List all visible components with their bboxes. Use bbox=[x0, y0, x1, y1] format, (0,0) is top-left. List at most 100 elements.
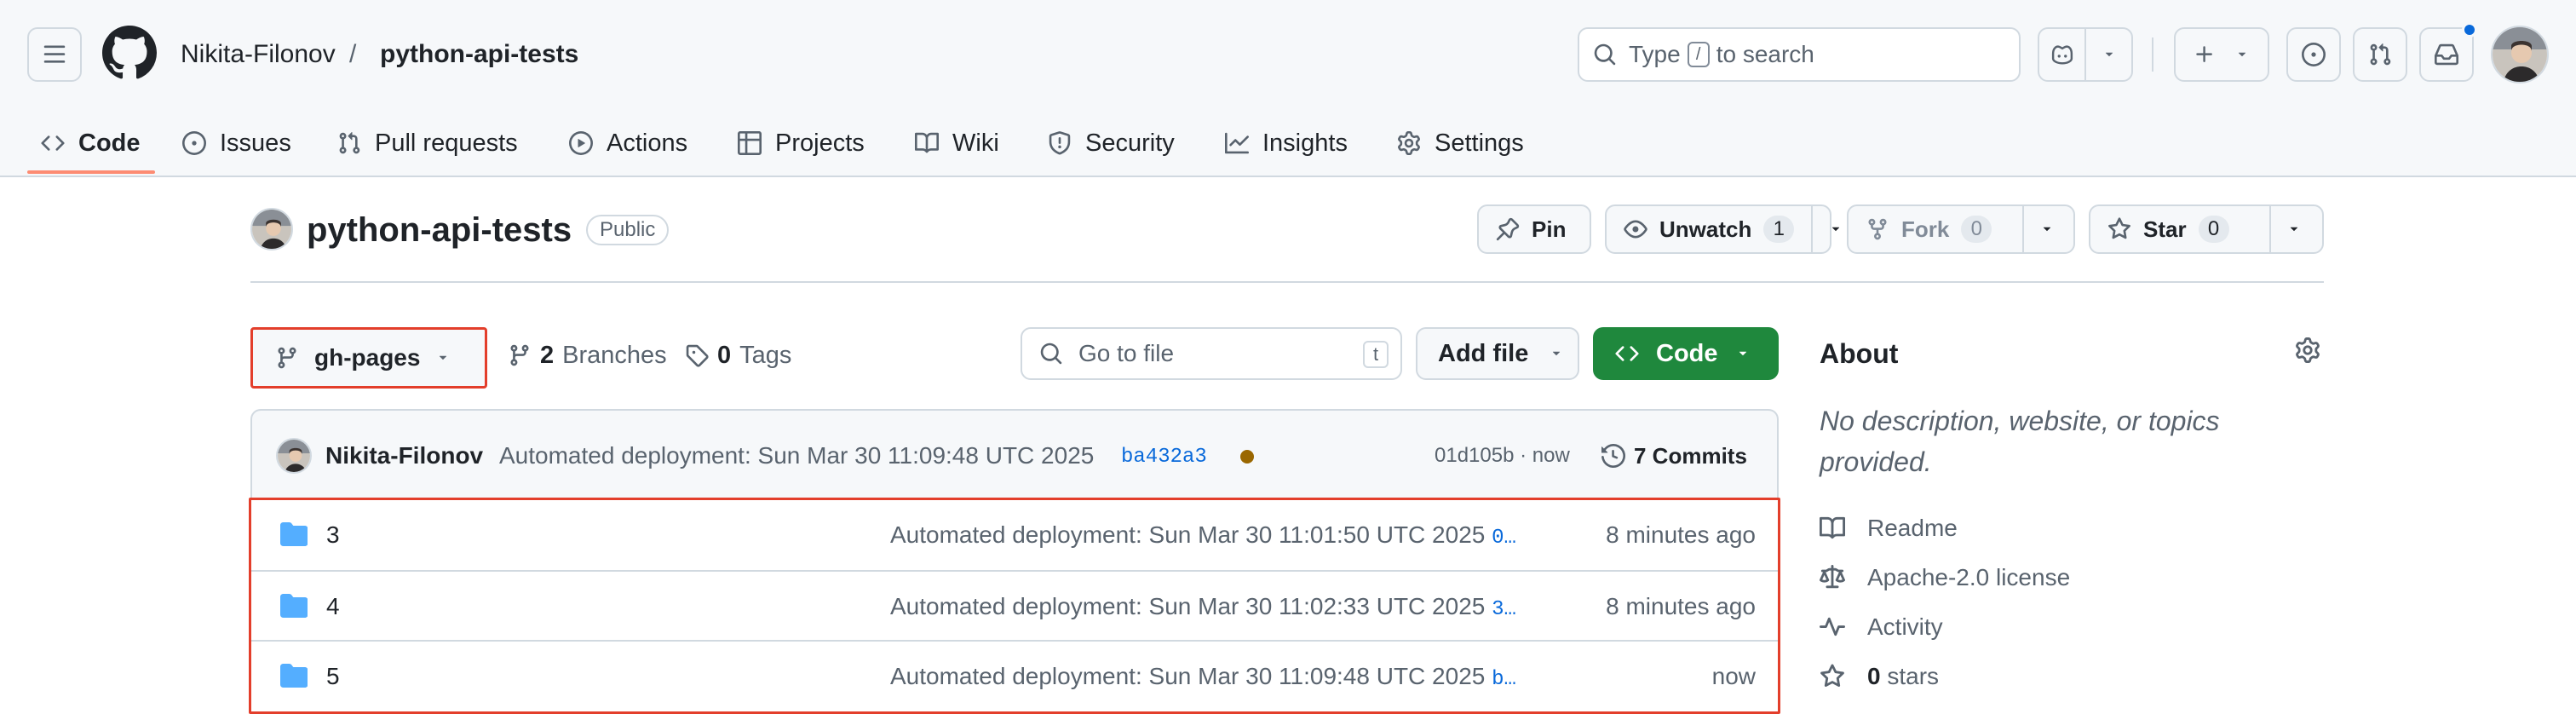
unwatch-button[interactable]: Unwatch 1 bbox=[1607, 206, 1811, 252]
stars-link[interactable]: 0 stars bbox=[1820, 659, 1939, 694]
tab-wiki[interactable]: Wiki bbox=[915, 109, 999, 177]
about-settings-button[interactable] bbox=[2295, 337, 2320, 369]
menu-button[interactable] bbox=[27, 27, 82, 82]
watch-button-group: Unwatch 1 bbox=[1605, 204, 1840, 254]
unread-notification-dot bbox=[2462, 22, 2477, 37]
watch-counter: 1 bbox=[1763, 216, 1795, 243]
your-issues-button[interactable] bbox=[2286, 27, 2341, 82]
tab-label: Security bbox=[1085, 129, 1175, 157]
license-link[interactable]: Apache-2.0 license bbox=[1820, 561, 2070, 595]
repo-title[interactable]: python-api-tests bbox=[307, 206, 572, 254]
file-commit-text: Automated deployment: Sun Mar 30 11:09:4… bbox=[890, 663, 1486, 689]
law-icon bbox=[1820, 565, 1845, 589]
file-commit-text: Automated deployment: Sun Mar 30 11:02:3… bbox=[890, 593, 1486, 619]
active-tab-indicator bbox=[27, 170, 155, 174]
tab-projects[interactable]: Projects bbox=[738, 109, 865, 177]
search-shortcut-key: / bbox=[1687, 42, 1710, 67]
gear-icon bbox=[1398, 131, 1420, 155]
search-icon bbox=[1040, 343, 1062, 365]
add-file-button[interactable]: Add file bbox=[1416, 327, 1579, 380]
code-button-label: Code bbox=[1656, 339, 1718, 367]
tab-label: Actions bbox=[607, 129, 688, 157]
global-search-input[interactable]: Type / to search bbox=[1578, 27, 2021, 82]
tags-count: 0 bbox=[717, 341, 732, 369]
tab-pull-requests[interactable]: Pull requests bbox=[337, 109, 518, 177]
commits-history-link[interactable]: 7 Commits bbox=[1601, 436, 1747, 475]
go-to-file-input[interactable]: Go to file t bbox=[1021, 327, 1402, 380]
folder-icon bbox=[280, 594, 308, 618]
file-commit-hash[interactable]: 0… bbox=[1492, 527, 1516, 550]
file-row[interactable]: 5 Automated deployment: Sun Mar 30 11:09… bbox=[251, 640, 1778, 710]
activity-link[interactable]: Activity bbox=[1820, 610, 1943, 644]
star-counter: 0 bbox=[2198, 216, 2229, 243]
pin-button[interactable]: Pin bbox=[1477, 204, 1591, 254]
fork-icon bbox=[1868, 218, 1887, 240]
graph-icon bbox=[1225, 132, 1249, 154]
file-name[interactable]: 5 bbox=[326, 660, 340, 693]
copilot-button[interactable] bbox=[2039, 29, 2084, 80]
commit-hash-link[interactable]: ba432a3 bbox=[1121, 443, 1207, 472]
inbox-icon bbox=[2435, 43, 2458, 66]
triangle-down-icon bbox=[1739, 351, 1746, 356]
file-commit-message[interactable]: Automated deployment: Sun Mar 30 11:09:4… bbox=[890, 660, 1555, 696]
fork-dropdown-button[interactable] bbox=[2022, 206, 2070, 252]
tab-label: Projects bbox=[775, 129, 865, 157]
branch-icon bbox=[510, 344, 529, 366]
commit-message[interactable]: Automated deployment: Sun Mar 30 11:09:4… bbox=[499, 440, 1094, 472]
file-row[interactable]: 3 Automated deployment: Sun Mar 30 11:01… bbox=[251, 500, 1778, 570]
file-commit-hash[interactable]: 3… bbox=[1492, 598, 1516, 621]
commit-author[interactable]: Nikita-Filonov bbox=[325, 440, 483, 472]
breadcrumb-repo[interactable]: python-api-tests bbox=[380, 34, 578, 75]
go-to-file-placeholder: Go to file bbox=[1078, 340, 1175, 366]
branch-name: gh-pages bbox=[314, 344, 421, 371]
gear-icon bbox=[2296, 337, 2320, 363]
commit-meta[interactable]: 01d105b · now bbox=[1435, 441, 1570, 470]
tab-issues[interactable]: Issues bbox=[182, 109, 291, 177]
create-new-button[interactable] bbox=[2174, 27, 2269, 82]
file-name[interactable]: 4 bbox=[326, 590, 340, 623]
copilot-dropdown-button[interactable] bbox=[2084, 29, 2131, 80]
folder-icon bbox=[280, 522, 308, 546]
star-button[interactable]: Star 0 bbox=[2090, 206, 2269, 252]
your-pull-requests-button[interactable] bbox=[2353, 27, 2407, 82]
star-icon bbox=[1820, 664, 1844, 688]
tab-label: Issues bbox=[220, 129, 291, 157]
code-button[interactable]: Code bbox=[1593, 327, 1779, 380]
branch-selector-button[interactable]: gh-pages bbox=[250, 327, 487, 389]
search-prefix: Type bbox=[1629, 41, 1681, 67]
readme-link[interactable]: Readme bbox=[1820, 511, 1958, 545]
breadcrumb-owner[interactable]: Nikita-Filonov bbox=[181, 34, 336, 75]
commit-status-indicator[interactable] bbox=[1240, 450, 1254, 464]
file-commit-time: now bbox=[1711, 663, 1756, 689]
unwatch-label: Unwatch bbox=[1659, 216, 1752, 242]
tab-settings[interactable]: Settings bbox=[1397, 109, 1524, 177]
commit-author-avatar[interactable] bbox=[276, 438, 312, 474]
file-commit-message[interactable]: Automated deployment: Sun Mar 30 11:01:5… bbox=[890, 519, 1555, 555]
fork-button[interactable]: Fork 0 bbox=[1849, 206, 2022, 252]
stars-label: stars bbox=[1887, 663, 1940, 689]
stars-count: 0 bbox=[1867, 663, 1881, 689]
search-suffix: to search bbox=[1716, 41, 1814, 67]
tags-link[interactable]: 0 Tags bbox=[685, 334, 791, 377]
file-row[interactable]: 4 Automated deployment: Sun Mar 30 11:02… bbox=[251, 570, 1778, 640]
tab-code[interactable]: Code bbox=[41, 109, 141, 177]
star-dropdown-button[interactable] bbox=[2269, 206, 2317, 252]
tab-actions[interactable]: Actions bbox=[569, 109, 687, 177]
branch-icon bbox=[278, 347, 296, 369]
repo-owner-avatar[interactable] bbox=[250, 208, 293, 250]
breadcrumb-separator: / bbox=[349, 40, 357, 68]
tab-security[interactable]: Security bbox=[1048, 109, 1175, 177]
search-placeholder: Type / to search bbox=[1629, 41, 1814, 68]
plus-icon bbox=[2196, 46, 2212, 62]
github-logo-icon[interactable] bbox=[102, 26, 157, 80]
tab-insights[interactable]: Insights bbox=[1225, 109, 1348, 177]
file-commit-hash[interactable]: b… bbox=[1492, 668, 1516, 691]
pull-request-icon bbox=[339, 132, 360, 154]
commits-label: 7 Commits bbox=[1634, 442, 1747, 469]
user-avatar[interactable] bbox=[2491, 26, 2549, 83]
file-name[interactable]: 3 bbox=[326, 519, 340, 551]
branches-link[interactable]: 2 Branches bbox=[508, 334, 667, 377]
file-commit-message[interactable]: Automated deployment: Sun Mar 30 11:02:3… bbox=[890, 590, 1555, 626]
readme-label: Readme bbox=[1867, 515, 1958, 541]
title-divider bbox=[250, 281, 2324, 283]
